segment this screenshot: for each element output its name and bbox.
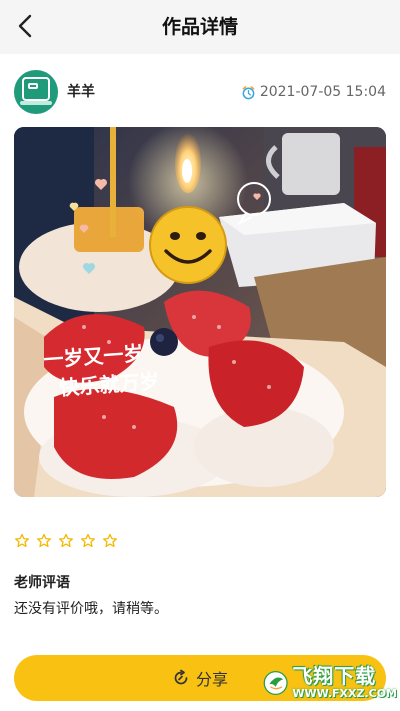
avatar[interactable] <box>14 70 58 114</box>
rating-stars <box>14 533 118 549</box>
star-icon <box>59 533 73 548</box>
avatar-logo-icon <box>22 77 50 101</box>
teacher-comment-text: 还没有评价哦，请稍等。 <box>14 601 168 617</box>
star-icon <box>81 533 95 548</box>
watermark-name: 飞翔下载 <box>292 664 377 688</box>
author-name: 羊羊 <box>67 84 95 100</box>
site-watermark: 飞翔下载 WWW.FXXZ.COM <box>263 660 397 706</box>
cake-photo-illustration: 一岁又一岁 快乐就万岁 <box>14 127 386 497</box>
post-time: 2021-07-05 15:04 <box>241 82 386 102</box>
clock-icon <box>242 85 255 99</box>
watermark-logo-icon <box>263 670 288 696</box>
page-title: 作品详情 <box>161 16 238 38</box>
share-icon <box>174 669 188 685</box>
author-row: 羊羊 2021-07-05 15:04 <box>14 70 386 114</box>
post-time-text: 2021-07-05 15:04 <box>259 84 386 100</box>
watermark-url: WWW.FXXZ.COM <box>292 687 397 700</box>
star-icon <box>103 533 117 548</box>
share-label: 分享 <box>195 670 228 689</box>
teacher-comment-title: 老师评语 <box>14 575 70 591</box>
star-icon <box>15 533 29 548</box>
star-icon <box>37 533 51 548</box>
artwork-photo[interactable]: 一岁又一岁 快乐就万岁 <box>14 127 386 497</box>
top-bar: 作品详情 <box>0 0 400 54</box>
